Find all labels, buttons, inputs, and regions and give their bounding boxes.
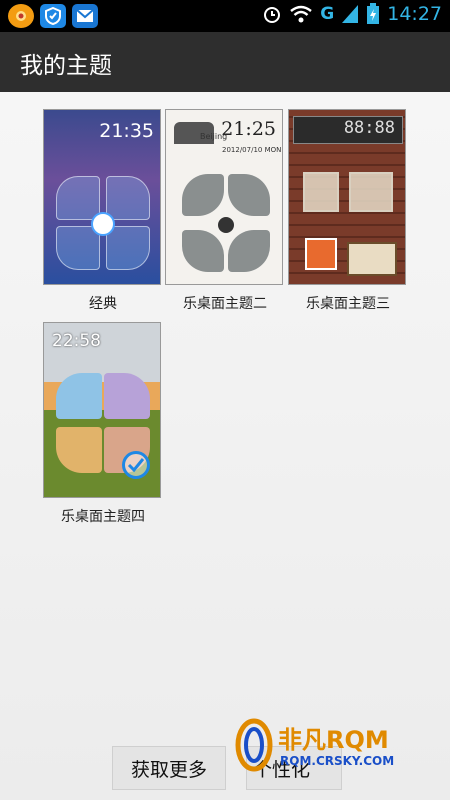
preview-petal xyxy=(106,176,150,220)
preview-petal xyxy=(106,226,150,270)
get-more-button[interactable]: 获取更多 xyxy=(112,746,226,790)
watermark-logo-icon xyxy=(235,718,273,772)
theme-item-3[interactable]: 88:88 乐桌面主题三 xyxy=(288,109,408,313)
status-bar: G 14:27 xyxy=(0,0,450,32)
theme-label: 乐桌面主题三 xyxy=(306,296,390,312)
preview-leaf xyxy=(228,230,270,272)
site-watermark: 非凡RQM RQM.CRSKY.COM xyxy=(226,716,432,776)
preview-clock: 22:58 xyxy=(52,331,101,351)
preview-petal xyxy=(56,176,100,220)
theme-thumbnail[interactable]: 21:35 xyxy=(43,109,161,285)
preview-leaf xyxy=(182,230,224,272)
shield-icon xyxy=(40,4,66,28)
preview-center-icon xyxy=(218,217,234,233)
clock: 14:27 xyxy=(387,3,442,25)
theme-thumbnail[interactable]: 88:88 xyxy=(288,109,406,285)
selected-check-icon xyxy=(122,451,150,479)
preview-petal xyxy=(56,373,102,419)
theme-thumbnail[interactable]: 21:25 Beijing 2012/07/10 MON xyxy=(165,109,283,285)
watermark-name: 非凡RQM xyxy=(278,726,389,754)
preview-clock: 21:35 xyxy=(99,120,154,142)
theme-label: 乐桌面主题二 xyxy=(183,296,267,312)
preview-clock: 88:88 xyxy=(343,118,395,138)
notification-icons xyxy=(8,4,98,28)
watermark-url: RQM.CRSKY.COM xyxy=(280,754,395,768)
preview-widget xyxy=(349,172,393,212)
theme-item-classic[interactable]: 21:35 经典 xyxy=(43,109,163,313)
action-bar: 我的主题 xyxy=(0,32,450,92)
theme-grid: 21:35 经典 21:25 Beijing 2012/07/10 MON 乐桌… xyxy=(0,92,450,800)
theme-thumbnail[interactable]: 22:58 xyxy=(43,322,161,498)
preview-radio xyxy=(347,242,397,276)
network-type: G xyxy=(320,4,335,24)
preview-petal xyxy=(104,373,150,419)
battery-icon xyxy=(367,3,380,24)
preview-petal xyxy=(56,427,102,473)
system-icons: G 14:27 xyxy=(262,3,442,25)
preview-widget xyxy=(303,172,339,212)
envelope-icon xyxy=(72,4,98,28)
preview-leaf xyxy=(182,174,224,216)
page-title: 我的主题 xyxy=(20,53,112,79)
sunflower-app-icon xyxy=(8,4,34,28)
preview-date: 2012/07/10 MON xyxy=(222,146,282,154)
preview-center-icon xyxy=(91,212,115,236)
theme-label: 乐桌面主题四 xyxy=(61,509,145,525)
preview-leaf xyxy=(228,174,270,216)
theme-item-2[interactable]: 21:25 Beijing 2012/07/10 MON 乐桌面主题二 xyxy=(165,109,285,313)
alarm-icon xyxy=(264,7,281,23)
signal-icon xyxy=(342,5,359,23)
preview-clock: 21:25 xyxy=(221,118,276,140)
preview-petal xyxy=(56,226,100,270)
theme-label: 经典 xyxy=(89,296,117,312)
theme-item-4[interactable]: 22:58 乐桌面主题四 xyxy=(43,322,163,526)
preview-music-icon xyxy=(305,238,337,270)
wifi-icon xyxy=(290,5,313,23)
preview-city: Beijing xyxy=(200,132,228,141)
